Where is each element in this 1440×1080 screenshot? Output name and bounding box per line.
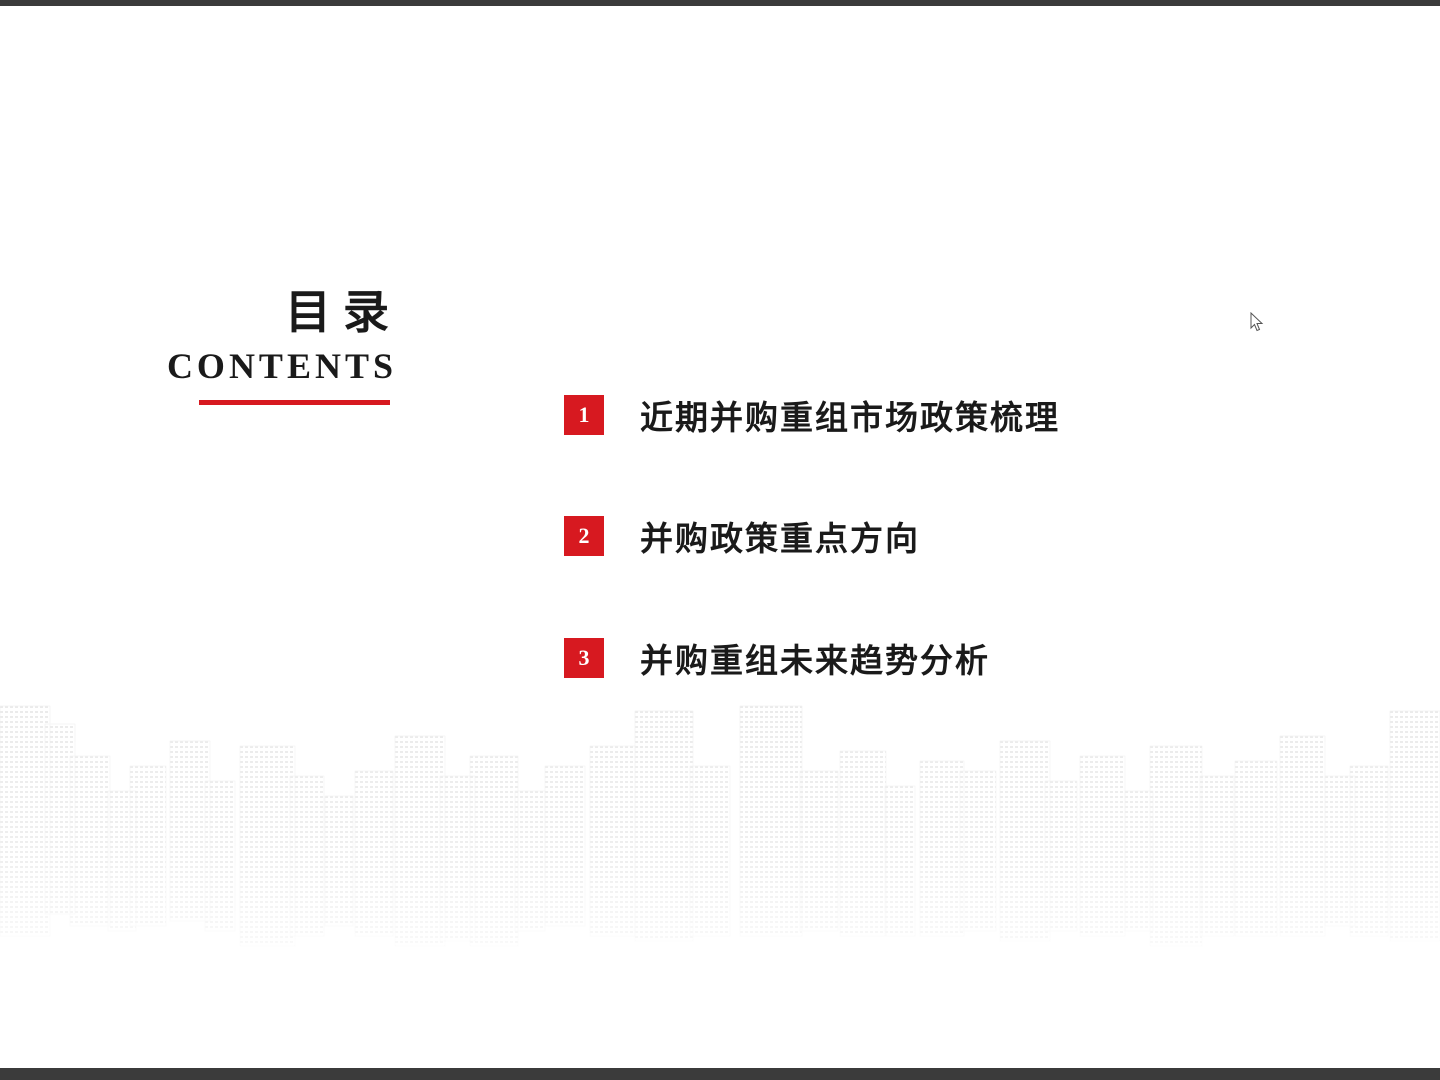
toc-label: 并购政策重点方向 [640,519,920,558]
toc-item-3[interactable]: 3 并购重组未来趋势分析 [564,638,990,680]
toc-number-badge: 3 [564,638,604,678]
mouse-pointer-icon [1250,312,1264,332]
toc-label: 近期并购重组市场政策梳理 [640,398,1060,437]
toc-item-1[interactable]: 1 近期并购重组市场政策梳理 [564,395,1060,437]
toc-label: 并购重组未来趋势分析 [640,641,990,680]
contents-title: 目录 CONTENTS [150,280,395,388]
title-chinese: 目录 [285,285,401,339]
toc-item-2[interactable]: 2 并购政策重点方向 [564,516,920,558]
toc-number-badge: 1 [564,395,604,435]
city-skyline-background [0,696,1440,996]
toc-number-badge: 2 [564,516,604,556]
title-english: CONTENTS [166,346,397,386]
window-bottom-border [0,1068,1440,1080]
title-underline [199,400,390,405]
